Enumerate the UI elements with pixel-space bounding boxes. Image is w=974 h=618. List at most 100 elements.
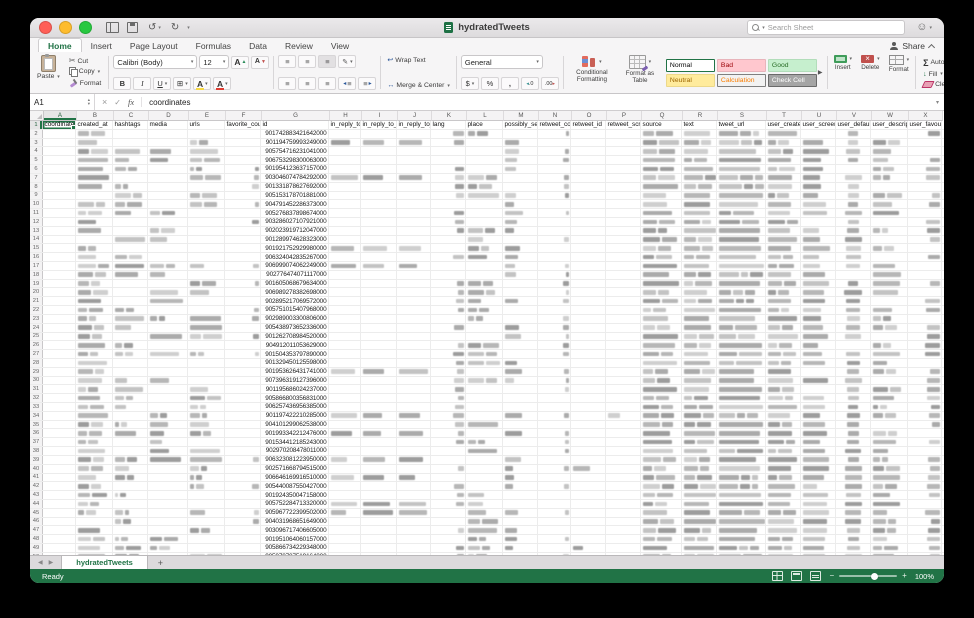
grid-cell[interactable]	[361, 341, 397, 349]
zoom-out-button[interactable]: −	[829, 572, 834, 580]
grid-cell[interactable]	[431, 368, 466, 376]
grid-cell[interactable]	[76, 288, 113, 296]
grid-cell[interactable]: 905438973652336000	[261, 324, 329, 332]
grid-cell[interactable]: 905970707519164000	[261, 553, 329, 555]
grid-cell[interactable]	[571, 147, 606, 155]
grid-cell[interactable]	[606, 183, 641, 191]
grid-cell[interactable]	[836, 447, 871, 455]
row-header[interactable]: 38	[30, 447, 43, 455]
grid-cell[interactable]	[606, 227, 641, 235]
grid-cell[interactable]	[431, 165, 466, 173]
row-header[interactable]: 19	[30, 280, 43, 288]
grid-cell[interactable]	[682, 333, 717, 341]
grid-cell[interactable]	[43, 518, 76, 526]
grid-cell[interactable]	[836, 262, 871, 270]
copy-button[interactable]: Copy▾	[67, 66, 104, 77]
grid-cell[interactable]	[871, 359, 908, 367]
grid-cell[interactable]	[717, 394, 766, 402]
grid-cell[interactable]	[503, 394, 538, 402]
grid-cell[interactable]	[717, 324, 766, 332]
grid-cell[interactable]	[397, 130, 431, 138]
grid-cell[interactable]	[682, 130, 717, 138]
grid-cell[interactable]	[717, 377, 766, 385]
grid-cell[interactable]	[188, 394, 225, 402]
grid-cell[interactable]	[329, 412, 361, 420]
grid-cell[interactable]	[113, 368, 148, 376]
row-header[interactable]: 2	[30, 130, 43, 138]
grid-cell[interactable]	[329, 385, 361, 393]
grid-cell[interactable]	[466, 544, 503, 552]
grid-cell[interactable]	[836, 147, 871, 155]
grid-cell[interactable]	[361, 500, 397, 508]
grid-cell[interactable]	[148, 350, 188, 358]
grid-cell[interactable]	[766, 421, 801, 429]
grid-cell[interactable]	[431, 280, 466, 288]
grid-cell[interactable]	[397, 394, 431, 402]
grid-cell[interactable]	[766, 474, 801, 482]
grid-cell[interactable]	[113, 165, 148, 173]
grid-cell[interactable]	[188, 482, 225, 490]
grid-cell[interactable]	[43, 359, 76, 367]
grid-cell[interactable]	[113, 288, 148, 296]
grid-cell[interactable]	[641, 447, 682, 455]
grid-cell[interactable]	[836, 209, 871, 217]
grid-cell[interactable]	[908, 421, 942, 429]
grid-cell[interactable]	[836, 200, 871, 208]
grid-cell[interactable]	[801, 535, 836, 543]
grid-cell[interactable]	[641, 315, 682, 323]
grid-cell[interactable]	[641, 377, 682, 385]
grid-cell[interactable]	[801, 350, 836, 358]
grid-cell[interactable]	[113, 333, 148, 341]
grid-cell[interactable]	[397, 253, 431, 261]
grid-cell[interactable]	[113, 456, 148, 464]
grid-cell[interactable]	[571, 447, 606, 455]
grid-cell[interactable]: 901289974628323000	[261, 236, 329, 244]
grid-cell[interactable]	[682, 183, 717, 191]
grid-cell[interactable]	[225, 553, 261, 555]
grid-cell[interactable]	[801, 130, 836, 138]
grid-cell[interactable]: in_reply_to_	[329, 121, 361, 129]
grid-cell[interactable]	[76, 192, 113, 200]
grid-cell[interactable]	[682, 218, 717, 226]
grid-cell[interactable]	[908, 209, 942, 217]
grid-cell[interactable]	[76, 297, 113, 305]
grid-cell[interactable]	[606, 174, 641, 182]
grid-cell[interactable]	[188, 236, 225, 244]
grid-cell[interactable]	[801, 165, 836, 173]
grid-cell[interactable]	[766, 236, 801, 244]
grid-cell[interactable]	[225, 535, 261, 543]
grid-cell[interactable]	[361, 359, 397, 367]
grid-cell[interactable]	[641, 209, 682, 217]
grid-cell[interactable]	[43, 183, 76, 191]
grid-cell[interactable]	[225, 139, 261, 147]
grid-cell[interactable]	[76, 553, 113, 555]
grid-cell[interactable]	[188, 359, 225, 367]
grid-cell[interactable]	[113, 156, 148, 164]
grid-cell[interactable]	[538, 324, 571, 332]
grid-cell[interactable]	[431, 491, 466, 499]
grid-cell[interactable]	[606, 412, 641, 420]
grid-cell[interactable]	[801, 271, 836, 279]
grid-cell[interactable]	[571, 139, 606, 147]
grid-cell[interactable]	[571, 421, 606, 429]
grid-cell[interactable]	[188, 553, 225, 555]
grid-cell[interactable]: possibly_sen	[503, 121, 538, 129]
grid-cell[interactable]	[431, 518, 466, 526]
grid-cell[interactable]	[225, 526, 261, 534]
grid-cell[interactable]	[801, 262, 836, 270]
grid-cell[interactable]	[871, 403, 908, 411]
grid-cell[interactable]	[329, 500, 361, 508]
grid-cell[interactable]	[329, 474, 361, 482]
zoom-in-button[interactable]: +	[902, 572, 907, 580]
grid-cell[interactable]	[766, 553, 801, 555]
grid-cell[interactable]: 901954123637157000	[261, 165, 329, 173]
grid-cell[interactable]	[908, 403, 942, 411]
grid-cell[interactable]	[466, 253, 503, 261]
grid-cell[interactable]: in_reply_to_	[361, 121, 397, 129]
grid-cell[interactable]	[225, 474, 261, 482]
grid-cell[interactable]	[908, 394, 942, 402]
grid-cell[interactable]	[113, 227, 148, 235]
grid-cell[interactable]	[148, 368, 188, 376]
grid-cell[interactable]	[188, 306, 225, 314]
grid-cell[interactable]	[682, 359, 717, 367]
